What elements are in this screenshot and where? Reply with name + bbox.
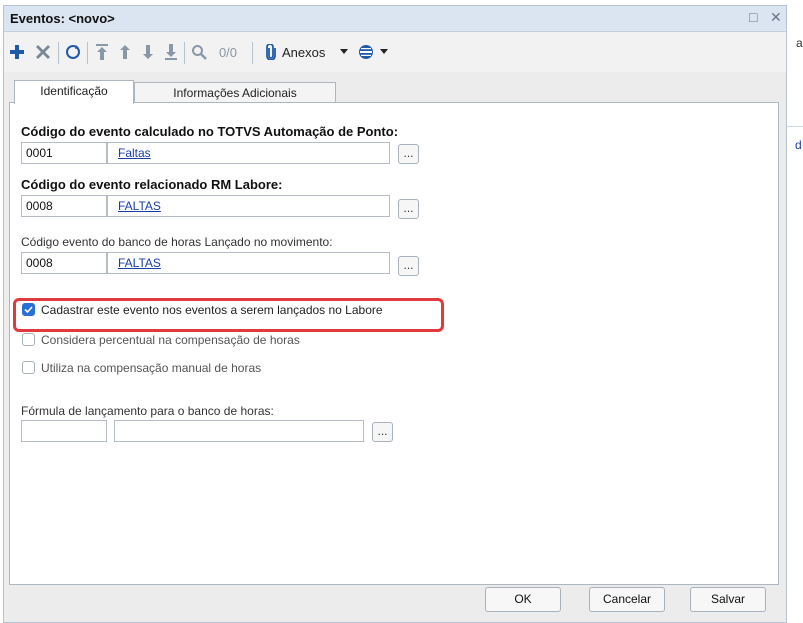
formula-code-field[interactable] — [21, 420, 107, 442]
event-description-link[interactable]: Faltas — [108, 146, 151, 160]
refresh-icon[interactable] — [64, 42, 82, 62]
bank-hours-event-description-field[interactable]: FALTAS — [107, 252, 390, 274]
field2-label: Código do evento relacionado RM Labore: — [21, 177, 283, 192]
formula-lookup-button[interactable]: ... — [372, 422, 393, 442]
background-link-fragment: d — [795, 138, 802, 152]
previous-record-icon[interactable] — [117, 42, 133, 62]
search-icon[interactable] — [190, 42, 208, 62]
event-code-field[interactable]: 0001 — [21, 142, 107, 164]
chevron-down-icon[interactable] — [338, 42, 350, 62]
last-record-icon[interactable] — [163, 42, 179, 62]
tab-identificacao[interactable]: Identificação — [14, 80, 134, 104]
toolbar-separator — [58, 42, 59, 64]
manual-compensation-checkbox[interactable] — [22, 361, 35, 374]
bank-hours-event-description-link[interactable]: FALTAS — [108, 256, 161, 270]
globe-icon[interactable] — [356, 42, 376, 62]
percentage-compensation-checkbox[interactable] — [22, 333, 35, 346]
labore-event-code-field[interactable]: 0008 — [21, 195, 107, 217]
tab-informacoes-adicionais[interactable]: Informações Adicionais — [134, 82, 336, 104]
toolbar-separator — [252, 42, 253, 64]
event-lookup-button[interactable]: ... — [398, 144, 419, 164]
paperclip-icon[interactable] — [264, 42, 278, 62]
attachments-label[interactable]: Anexos — [282, 42, 340, 62]
title-bar: Eventos: <novo> □ ✕ — [4, 6, 786, 32]
next-record-icon[interactable] — [140, 42, 156, 62]
chevron-down-icon[interactable] — [378, 42, 390, 62]
register-labore-checkbox[interactable] — [22, 303, 35, 316]
background-text-fragment: a — [796, 36, 803, 50]
labore-event-description-link[interactable]: FALTAS — [108, 199, 161, 213]
close-button[interactable]: ✕ — [770, 9, 782, 26]
ok-button[interactable]: OK — [485, 587, 561, 612]
field1-label: Código do evento calculado no TOTVS Auto… — [21, 124, 399, 139]
field3-label: Código evento do banco de horas Lançado … — [21, 235, 333, 249]
window-title: Eventos: <novo> — [10, 11, 115, 26]
toolbar: 0/0 Anexos — [4, 32, 786, 72]
cancel-button[interactable]: Cancelar — [589, 587, 665, 612]
delete-icon[interactable] — [35, 42, 51, 62]
record-count: 0/0 — [218, 44, 238, 60]
manual-compensation-label[interactable]: Utiliza na compensação manual de horas — [41, 361, 261, 375]
save-button[interactable]: Salvar — [690, 587, 766, 612]
eventos-dialog: Eventos: <novo> □ ✕ 0/0 Anexos Identific… — [3, 5, 787, 623]
labore-event-lookup-button[interactable]: ... — [398, 199, 419, 219]
formula-description-field[interactable] — [114, 420, 364, 442]
bank-hours-event-lookup-button[interactable]: ... — [398, 256, 419, 276]
toolbar-separator — [184, 42, 185, 64]
add-icon[interactable] — [9, 42, 25, 62]
event-description-field[interactable]: Faltas — [107, 142, 390, 164]
formula-label: Fórmula de lançamento para o banco de ho… — [21, 404, 274, 418]
labore-event-description-field[interactable]: FALTAS — [107, 195, 390, 217]
toolbar-separator — [87, 42, 88, 64]
percentage-compensation-label[interactable]: Considera percentual na compensação de h… — [41, 333, 300, 347]
background-divider — [787, 126, 803, 127]
maximize-button[interactable]: □ — [749, 9, 757, 25]
background-window: a d — [787, 0, 803, 623]
register-labore-label[interactable]: Cadastrar este evento nos eventos a sere… — [41, 303, 383, 317]
first-record-icon[interactable] — [94, 42, 110, 62]
bank-hours-event-code-field[interactable]: 0008 — [21, 252, 107, 274]
